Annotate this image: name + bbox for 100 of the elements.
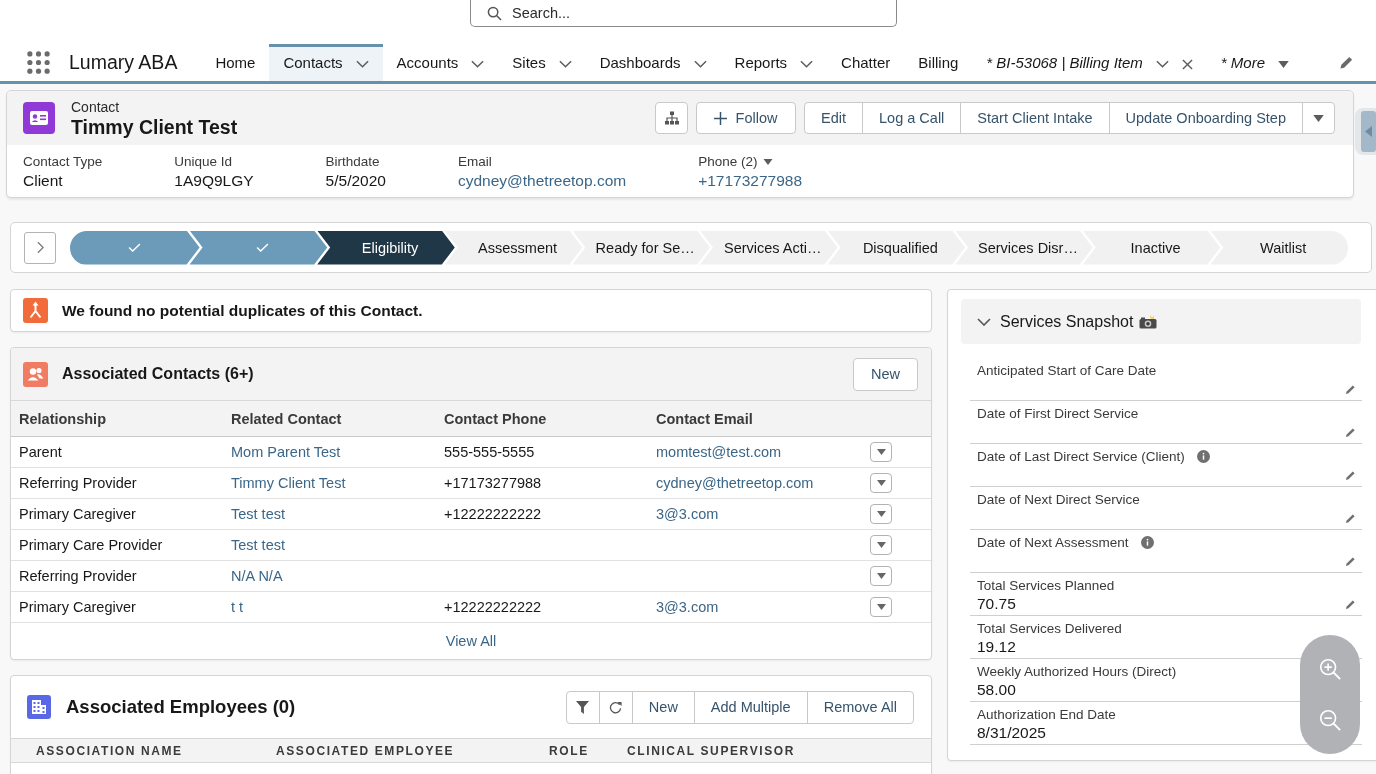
table-cell: +12222222222 <box>444 599 542 615</box>
chevron-down-icon[interactable] <box>558 60 572 68</box>
field-label: Date of Last Direct Service (Client) <box>977 448 1185 465</box>
section-header[interactable]: Services Snapshot <box>961 299 1361 344</box>
action-button[interactable]: Start Client Intake <box>960 102 1110 134</box>
nav-tab[interactable]: Dashboards <box>585 44 721 81</box>
caret-down-icon[interactable] <box>1278 60 1289 68</box>
contact-link[interactable]: Test test <box>231 537 285 553</box>
field-label: Anticipated Start of Care Date <box>977 362 1157 379</box>
contact-link[interactable]: N/A N/A <box>231 568 283 584</box>
field-label: Contact Type <box>23 153 103 171</box>
email-link[interactable]: momtest@test.com <box>656 444 782 460</box>
action-button[interactable]: Edit <box>804 102 864 134</box>
row-menu-button[interactable] <box>870 566 892 586</box>
info-icon[interactable] <box>1140 536 1154 549</box>
action-button[interactable]: Log a Call <box>862 102 962 134</box>
action-button[interactable]: Add Multiple <box>693 690 808 724</box>
field-link[interactable]: cydney@thetreetop.com <box>457 171 627 191</box>
contact-link[interactable]: Test test <box>231 506 285 522</box>
contact-link[interactable]: t t <box>231 599 244 615</box>
action-button[interactable]: New <box>631 690 695 724</box>
column-header[interactable]: ROLE <box>549 743 589 758</box>
search-field[interactable]: Search... <box>470 0 897 27</box>
path-stage[interactable]: Services Acti… <box>699 230 838 265</box>
path-stage[interactable]: Ready for Se… <box>572 230 710 265</box>
nav-tab[interactable]: Billing <box>904 44 973 81</box>
nav-tab[interactable]: * BI-53068 | Billing Item <box>972 44 1207 81</box>
field-label: Total Services Planned <box>977 577 1115 594</box>
caret-down-icon[interactable] <box>763 159 774 165</box>
refresh-button[interactable] <box>598 690 633 724</box>
row-menu-button[interactable] <box>870 504 892 524</box>
column-header[interactable]: Contact Phone <box>444 410 547 427</box>
path-stage[interactable]: Inactive <box>1082 230 1221 265</box>
pencil-icon[interactable] <box>1345 513 1356 524</box>
nav-tab[interactable]: Home <box>201 44 270 81</box>
row-menu-button[interactable] <box>870 597 892 617</box>
nav-tab[interactable]: Chatter <box>827 44 905 81</box>
pencil-icon[interactable] <box>1345 470 1356 481</box>
new-button[interactable]: New <box>853 357 918 391</box>
app-launcher-icon[interactable] <box>27 51 50 74</box>
card-title: Associated Contacts (6+) <box>62 365 254 383</box>
panel-handle[interactable] <box>1355 108 1376 155</box>
action-button[interactable]: Update Onboarding Step <box>1108 102 1303 134</box>
action-button[interactable]: Remove All <box>806 690 914 724</box>
field-label: Email <box>457 153 492 171</box>
hierarchy-button[interactable] <box>655 102 689 134</box>
contact-link[interactable]: Timmy Client Test <box>231 475 346 491</box>
pencil-icon[interactable] <box>1345 599 1356 610</box>
column-header[interactable]: ASSOCIATED EMPLOYEE <box>276 743 455 758</box>
path-stage[interactable]: Disqualified <box>827 230 966 265</box>
check-icon <box>128 243 142 252</box>
path-toggle-button[interactable] <box>24 231 56 264</box>
email-link[interactable]: 3@3.com <box>656 599 719 615</box>
chevron-down-icon[interactable] <box>977 317 991 326</box>
info-icon[interactable] <box>1196 450 1210 463</box>
chevron-down-icon[interactable] <box>471 60 485 68</box>
chevron-down-icon[interactable] <box>1155 60 1169 68</box>
path-stage[interactable]: Services Disr… <box>955 230 1093 265</box>
nav-tab[interactable]: Contacts <box>269 44 383 81</box>
pencil-icon[interactable] <box>1339 55 1354 70</box>
nav-tab[interactable]: * More <box>1206 44 1303 81</box>
column-header[interactable]: ASSOCIATION NAME <box>36 743 183 758</box>
search-icon <box>487 6 502 21</box>
row-menu-button[interactable] <box>870 442 892 462</box>
field-link[interactable]: +17173277988 <box>698 171 803 191</box>
alert-message: We found no potential duplicates of this Contact. <box>62 301 423 320</box>
pencil-icon[interactable] <box>1345 556 1356 567</box>
pencil-icon[interactable] <box>1345 427 1356 438</box>
chevron-down-icon[interactable] <box>355 60 369 68</box>
pencil-icon[interactable] <box>1345 384 1356 395</box>
follow-button[interactable]: Follow <box>696 102 797 134</box>
path-stage[interactable]: Waitlist <box>1210 230 1348 265</box>
refresh-icon <box>609 700 623 714</box>
plus-icon <box>713 111 727 125</box>
email-link[interactable]: cydney@thetreetop.com <box>656 475 814 491</box>
email-link[interactable]: 3@3.com <box>656 506 719 522</box>
nav-tab[interactable]: Sites <box>498 44 586 81</box>
column-header[interactable]: Related Contact <box>231 410 342 427</box>
close-icon[interactable] <box>1181 58 1193 70</box>
row-menu-button[interactable] <box>870 473 892 493</box>
table-cell: +12222222222 <box>444 506 542 522</box>
filter-button[interactable] <box>565 690 600 724</box>
caret-down-icon <box>876 511 886 517</box>
view-all-link[interactable]: View All <box>445 633 497 649</box>
chevron-down-icon[interactable] <box>800 60 814 68</box>
column-header[interactable]: Relationship <box>19 410 106 427</box>
table-cell: +17173277988 <box>444 475 542 491</box>
chevron-down-icon[interactable] <box>693 60 707 68</box>
nav-tab[interactable]: Reports <box>720 44 828 81</box>
path-stage[interactable]: Assessment <box>444 230 583 265</box>
check-icon <box>255 243 269 252</box>
column-header[interactable]: CLINICAL SUPERVISOR <box>627 743 795 758</box>
people-icon <box>23 361 48 387</box>
more-actions-button[interactable] <box>1302 102 1335 134</box>
contact-link[interactable]: Mom Parent Test <box>231 444 341 460</box>
column-header[interactable]: Contact Email <box>656 410 753 427</box>
path-stage[interactable]: Eligibility <box>317 230 455 265</box>
row-menu-button[interactable] <box>870 535 892 555</box>
object-label: Contact <box>71 98 120 116</box>
nav-tab[interactable]: Accounts <box>382 44 499 81</box>
